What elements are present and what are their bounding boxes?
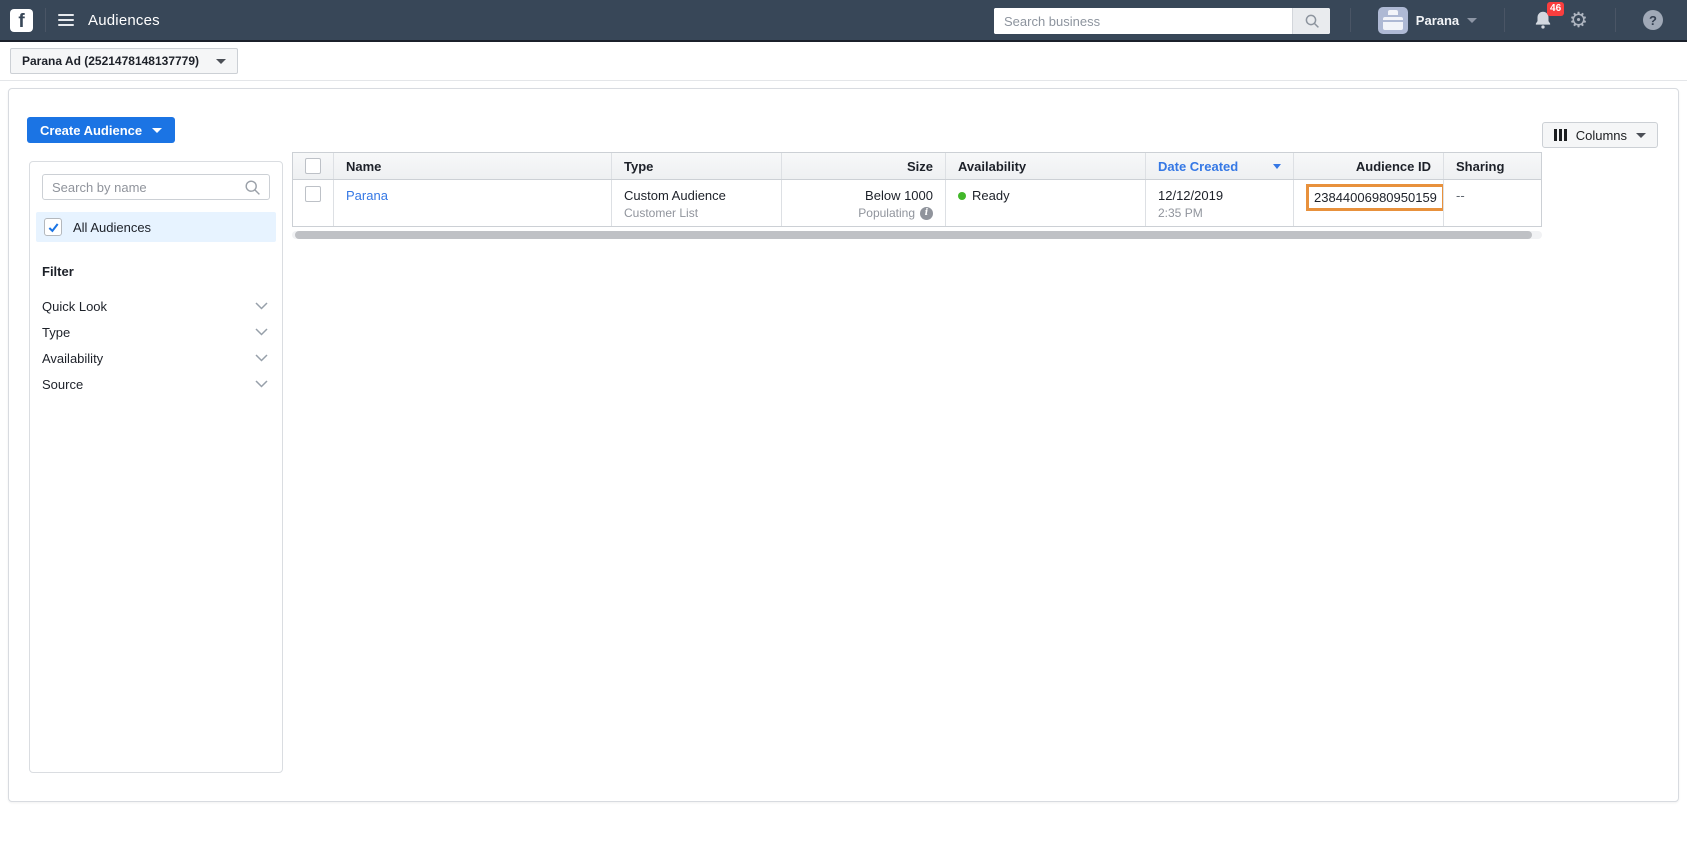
size-secondary: Populating bbox=[858, 206, 915, 220]
cell-name: Parana bbox=[333, 180, 611, 226]
info-icon[interactable]: i bbox=[920, 206, 933, 220]
cell-type: Custom Audience Customer List bbox=[611, 180, 781, 226]
column-header-name[interactable]: Name bbox=[333, 153, 611, 179]
audience-name-search bbox=[42, 174, 270, 200]
horizontal-scrollbar-thumb[interactable] bbox=[295, 231, 1532, 239]
audience-id-highlight: 23844006980950159 bbox=[1306, 184, 1443, 211]
filter-item-source[interactable]: Source bbox=[30, 371, 282, 397]
cell-date-created: 12/12/2019 2:35 PM bbox=[1145, 180, 1293, 226]
audiences-panel: Create Audience Columns All Audiences Fi… bbox=[8, 88, 1679, 802]
row-select-cell bbox=[293, 180, 333, 226]
status-ready-dot bbox=[958, 191, 966, 200]
horizontal-scrollbar-track bbox=[292, 231, 1542, 239]
chevron-down-icon bbox=[255, 380, 268, 388]
select-all-cell bbox=[293, 153, 333, 179]
chevron-down-icon bbox=[255, 302, 268, 310]
filter-item-availability[interactable]: Availability bbox=[30, 345, 282, 371]
sharing-value: -- bbox=[1456, 188, 1465, 203]
filter-item-type[interactable]: Type bbox=[30, 319, 282, 345]
filter-item-quick-look[interactable]: Quick Look bbox=[30, 293, 282, 319]
type-secondary: Customer List bbox=[624, 206, 699, 220]
notifications-button[interactable]: 46 bbox=[1532, 2, 1565, 31]
filter-label: Source bbox=[42, 376, 84, 392]
table-row: Parana Custom Audience Customer List Bel… bbox=[292, 180, 1542, 227]
filter-heading: Filter bbox=[42, 264, 74, 279]
briefcase-icon bbox=[1377, 6, 1408, 34]
create-audience-button[interactable]: Create Audience bbox=[27, 117, 176, 143]
cell-audience-id: 23844006980950159 bbox=[1293, 180, 1443, 226]
all-audiences-label: All Audiences bbox=[73, 219, 152, 235]
column-header-type[interactable]: Type bbox=[611, 153, 781, 179]
column-header-sharing[interactable]: Sharing bbox=[1443, 153, 1541, 179]
cell-sharing: -- bbox=[1443, 180, 1541, 226]
facebook-logo-icon[interactable]: f bbox=[10, 8, 33, 32]
search-icon bbox=[245, 179, 260, 195]
all-audiences-checkbox[interactable] bbox=[44, 218, 62, 236]
create-audience-label: Create Audience bbox=[40, 122, 143, 138]
sidebar-item-all-audiences[interactable]: All Audiences bbox=[36, 212, 276, 242]
filter-label: Type bbox=[42, 324, 71, 340]
column-header-size[interactable]: Size bbox=[781, 153, 945, 179]
columns-button[interactable]: Columns bbox=[1541, 122, 1658, 148]
row-checkbox[interactable] bbox=[305, 186, 321, 202]
ad-account-selector[interactable]: Parana Ad (2521478148137779) bbox=[10, 48, 238, 74]
cell-size: Below 1000 Populating i bbox=[781, 180, 945, 226]
ad-account-label: Parana Ad (2521478148137779) bbox=[22, 54, 200, 68]
audience-name-link[interactable]: Parana bbox=[346, 188, 388, 203]
size-primary: Below 1000 bbox=[865, 188, 933, 203]
help-icon[interactable]: ? bbox=[1643, 10, 1663, 30]
business-search bbox=[994, 8, 1330, 34]
date-created-label: Date Created bbox=[1158, 158, 1239, 174]
audiences-table: Name Type Size Availability Date Created… bbox=[292, 152, 1542, 227]
business-search-input[interactable] bbox=[994, 8, 1292, 34]
filter-list: Quick Look Type Availability Source bbox=[30, 293, 282, 397]
column-header-audience-id[interactable]: Audience ID bbox=[1293, 153, 1443, 179]
time-value: 2:35 PM bbox=[1158, 206, 1203, 220]
table-header-row: Name Type Size Availability Date Created… bbox=[292, 152, 1542, 180]
filter-label: Availability bbox=[42, 350, 104, 366]
divider bbox=[45, 8, 46, 32]
search-button[interactable] bbox=[1292, 8, 1330, 34]
chevron-down-icon bbox=[255, 354, 268, 362]
gear-icon[interactable]: ⚙ bbox=[1569, 10, 1588, 31]
filter-sidebar: All Audiences Filter Quick Look Type Ava… bbox=[29, 161, 283, 773]
divider bbox=[1504, 8, 1506, 32]
columns-label: Columns bbox=[1575, 127, 1627, 143]
check-icon bbox=[48, 222, 58, 232]
column-header-date-created[interactable]: Date Created bbox=[1145, 153, 1293, 179]
availability-value: Ready bbox=[972, 188, 1010, 203]
audience-search-input[interactable] bbox=[43, 179, 244, 195]
cell-availability: Ready bbox=[945, 180, 1145, 226]
hamburger-menu-icon[interactable] bbox=[58, 14, 74, 26]
columns-icon bbox=[1553, 129, 1567, 141]
chevron-down-icon bbox=[152, 127, 163, 133]
chevron-down-icon bbox=[1467, 17, 1478, 23]
search-icon bbox=[1305, 14, 1319, 28]
date-value: 12/12/2019 bbox=[1158, 188, 1224, 203]
top-navbar: f Audiences Parana 46 bbox=[0, 0, 1687, 42]
divider bbox=[1615, 8, 1616, 32]
page-title: Audiences bbox=[88, 11, 160, 29]
chevron-down-icon bbox=[216, 58, 226, 64]
user-menu[interactable]: Parana bbox=[1377, 6, 1478, 34]
chevron-down-icon bbox=[255, 328, 268, 336]
user-name: Parana bbox=[1415, 12, 1460, 28]
column-header-availability[interactable]: Availability bbox=[945, 153, 1145, 179]
account-bar: Parana Ad (2521478148137779) bbox=[0, 42, 1687, 81]
notification-badge: 46 bbox=[1547, 2, 1565, 16]
filter-label: Quick Look bbox=[42, 298, 108, 314]
chevron-down-icon bbox=[1636, 132, 1646, 138]
type-primary: Custom Audience bbox=[624, 188, 726, 203]
divider bbox=[1349, 8, 1351, 32]
select-all-checkbox[interactable] bbox=[305, 158, 321, 174]
sort-descending-icon bbox=[1273, 163, 1281, 169]
